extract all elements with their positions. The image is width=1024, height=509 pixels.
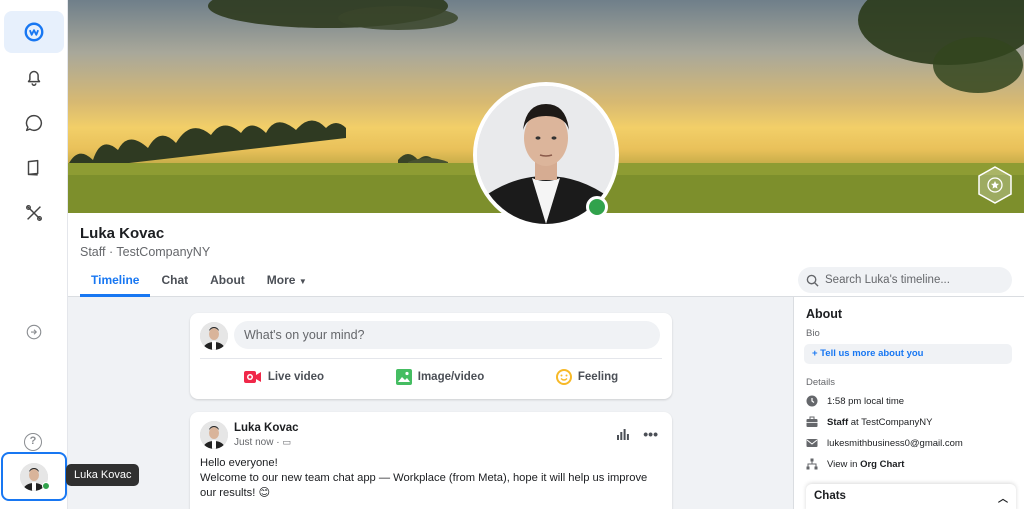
tools-icon xyxy=(26,205,42,221)
role-detail: Staff at TestCompanyNY xyxy=(806,416,932,428)
book-icon xyxy=(27,159,39,176)
org-chart-prefix: View in xyxy=(827,458,861,470)
post-time-label: Just now · xyxy=(234,437,283,448)
audience-icon: ▭ xyxy=(282,437,291,447)
composer-input[interactable]: What's on your mind? xyxy=(234,321,660,349)
timeline-search-input[interactable]: Search Luka's timeline... xyxy=(798,267,1012,293)
shield-badge-icon[interactable] xyxy=(976,165,1014,205)
chevron-up-icon[interactable]: ︿ xyxy=(998,490,1008,506)
details-label: Details xyxy=(806,377,836,388)
tab-chat[interactable]: Chat xyxy=(150,265,199,297)
post-body: Hello everyone! Welcome to our new team … xyxy=(200,456,662,501)
post-timestamp[interactable]: Just now · ▭ xyxy=(234,437,291,448)
workplace-logo-icon xyxy=(24,22,44,42)
profile-subtitle: Staff · TestCompanyNY xyxy=(80,245,211,259)
help-icon[interactable]: ? xyxy=(24,433,42,451)
chats-bar[interactable]: Chats ︿ xyxy=(806,484,1016,509)
profile-name: Luka Kovac xyxy=(80,225,165,242)
local-time-detail: 1:58 pm local time xyxy=(806,395,904,407)
tab-more-label: More xyxy=(266,273,296,287)
chat-button[interactable] xyxy=(4,102,64,144)
knowledge-library-button[interactable] xyxy=(4,147,64,189)
chats-label: Chats xyxy=(814,490,846,502)
image-video-button[interactable]: Image/video xyxy=(395,369,485,385)
org-chart-link[interactable]: Org Chart xyxy=(860,459,904,470)
online-indicator xyxy=(42,482,50,490)
composer-avatar xyxy=(200,322,228,350)
feeling-button[interactable]: Feeling xyxy=(555,369,619,385)
search-icon xyxy=(806,274,819,287)
email-link[interactable]: lukesmithbusiness0@gmail.com xyxy=(827,438,963,449)
post-author-name[interactable]: Luka Kovac xyxy=(234,422,299,434)
org-chart-text: View in Org Chart xyxy=(827,459,904,470)
post-text-line: Hello everyone! xyxy=(200,457,278,469)
role-title: Staff xyxy=(827,416,849,428)
org-chart-detail: View in Org Chart xyxy=(806,458,904,470)
tab-timeline[interactable]: Timeline xyxy=(80,265,151,297)
post-text-line: Welcome to our new team chat app — Workp… xyxy=(200,472,648,499)
more-options-icon[interactable]: ••• xyxy=(643,426,658,442)
expand-rail-button[interactable] xyxy=(4,311,64,353)
role-text: Staff at TestCompanyNY xyxy=(827,417,932,428)
live-video-label: Live video xyxy=(267,371,325,383)
composer-actions: Live video Image/video Feeling xyxy=(190,369,672,385)
post-actions: ••• xyxy=(617,426,658,442)
search-placeholder: Search Luka's timeline... xyxy=(825,274,950,286)
post-composer: What's on your mind? Live video Image/vi… xyxy=(190,313,672,399)
tab-more[interactable]: More ▼ xyxy=(256,265,318,297)
chat-bubble-icon xyxy=(25,114,43,132)
divider xyxy=(200,358,662,359)
arrow-right-circle-icon xyxy=(26,324,42,340)
about-title: About xyxy=(806,307,843,321)
tools-button[interactable] xyxy=(4,192,64,234)
tab-about[interactable]: About xyxy=(199,265,256,297)
image-icon xyxy=(395,369,412,385)
insights-icon[interactable] xyxy=(617,428,630,440)
timeline-post: Luka Kovac Just now · ▭ ••• Hello everyo… xyxy=(190,412,672,509)
avatar-tooltip: Luka Kovac xyxy=(66,464,140,486)
add-bio-button[interactable]: + Tell us more about you xyxy=(804,344,1012,364)
profile-avatar-button[interactable] xyxy=(1,452,67,501)
workplace-logo-button[interactable] xyxy=(4,11,64,53)
feeling-label: Feeling xyxy=(577,371,619,383)
notifications-button[interactable] xyxy=(4,56,64,98)
live-video-button[interactable]: Live video xyxy=(243,369,325,385)
about-panel: About Bio + Tell us more about you Detai… xyxy=(793,297,1024,509)
clock-icon xyxy=(806,395,818,407)
envelope-icon xyxy=(806,439,818,447)
bio-label: Bio xyxy=(806,328,820,339)
profile-tabs: Timeline Chat About More ▼ xyxy=(80,265,318,297)
local-time-text: 1:58 pm local time xyxy=(827,395,905,407)
post-author-avatar[interactable] xyxy=(200,421,228,449)
left-rail: ? xyxy=(0,0,68,509)
smiley-icon xyxy=(555,369,572,385)
caret-down-icon: ▼ xyxy=(298,277,307,286)
briefcase-icon xyxy=(806,416,818,427)
live-video-icon xyxy=(243,371,261,383)
image-video-label: Image/video xyxy=(417,371,485,383)
email-detail: lukesmithbusiness0@gmail.com xyxy=(806,437,963,449)
role-company: at TestCompanyNY xyxy=(848,416,933,428)
online-status-indicator xyxy=(586,196,608,218)
org-chart-icon xyxy=(806,458,818,470)
bell-icon xyxy=(27,70,41,86)
